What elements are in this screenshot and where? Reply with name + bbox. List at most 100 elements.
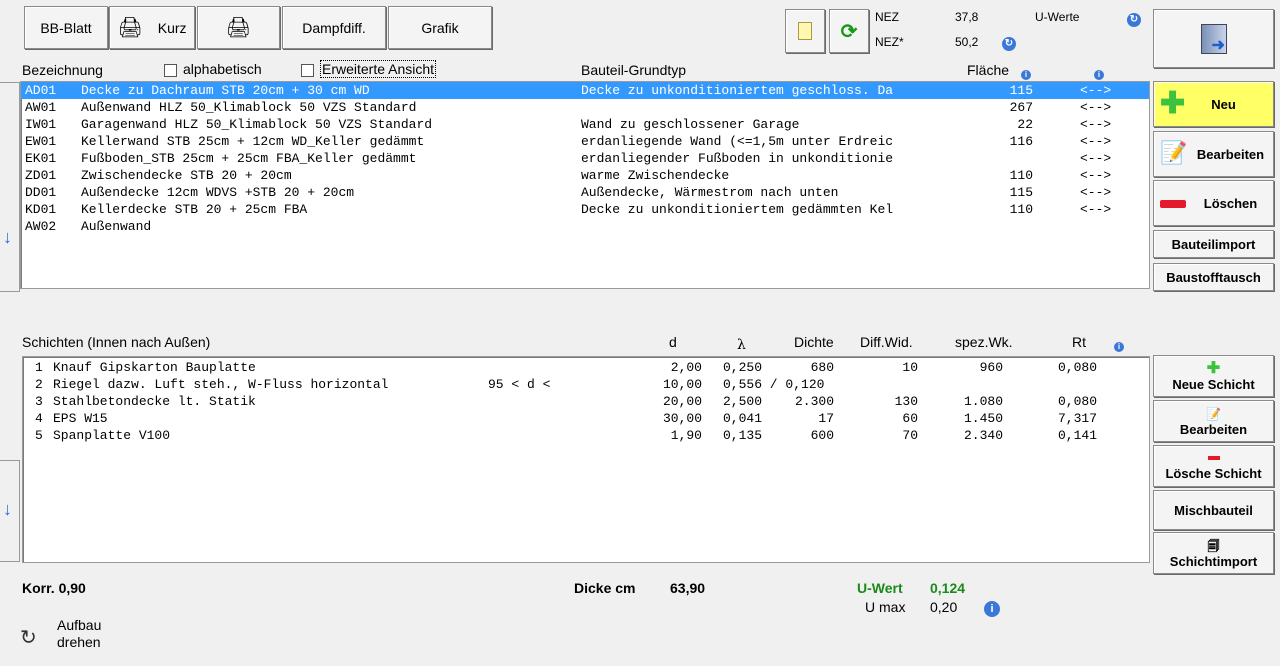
dicke-label: Dicke cm — [574, 580, 636, 596]
schicht-name: Knauf Gipskarton Bauplatte — [53, 360, 256, 375]
bauteil-code: AW01 — [25, 100, 57, 115]
dicke-value: 63,90 — [670, 580, 706, 596]
u-max-label: U max — [865, 599, 906, 615]
bauteile-scroll-tab[interactable]: ↓ — [0, 82, 20, 292]
neue-schicht-button[interactable]: ✚ Neue Schicht — [1153, 355, 1274, 397]
bauteil-code: ZD01 — [25, 168, 57, 183]
bearbeiten-button[interactable]: 📝 Bearbeiten — [1153, 131, 1274, 177]
neu-button[interactable]: ✚ Neu — [1153, 81, 1274, 127]
bauteil-typ: warme Zwischendecke — [581, 168, 730, 183]
nez-value: 37,8 — [955, 10, 979, 24]
schicht-d: 1,90 — [670, 428, 702, 443]
bauteil-flaeche: 110 — [1009, 202, 1033, 217]
bauteil-code: AW02 — [25, 219, 57, 234]
bauteil-arrow: <--> — [1080, 117, 1112, 132]
u-max-info-icon[interactable]: i — [984, 600, 1000, 617]
col-flaeche: Fläche — [967, 62, 1010, 78]
schicht-row[interactable]: 5 Spanplatte V100 1,90 600 70 2.340 0,141 0,135 — [23, 427, 1149, 444]
plus-icon: ✚ — [1160, 87, 1186, 120]
plus-icon: ✚ — [1206, 359, 1221, 377]
bauteil-arrow: <--> — [1080, 100, 1112, 115]
bauteil-code: EK01 — [25, 151, 57, 166]
refresh-icon: ⟳ — [840, 20, 858, 43]
bauteil-typ: Außendecke, Wärmestrom nach unten — [581, 185, 839, 200]
print-button[interactable]: 🖨 — [197, 6, 280, 49]
bauteil-name: Fußboden_STB 25cm + 25cm FBA_Keller gedä… — [81, 151, 417, 166]
baustofftausch-button[interactable]: Baustofftausch — [1153, 263, 1274, 291]
kurz-button[interactable]: 🖨 Kurz — [109, 6, 195, 49]
u-max-value: 0,20 — [930, 599, 958, 615]
aufbau-drehen-button[interactable]: ↻ Aufbau drehen — [20, 617, 110, 655]
schichten-title: Schichten (Innen nach Außen) — [22, 334, 211, 350]
bauteil-name: Außenwand — [81, 219, 152, 234]
col-dichte: Dichte — [794, 334, 834, 350]
bauteilimport-button[interactable]: Bauteilimport — [1153, 230, 1274, 258]
alphabetisch-checkbox[interactable]: alphabetisch — [164, 61, 262, 77]
dampfdiff-button[interactable]: Dampfdiff. — [282, 6, 386, 49]
schicht-row[interactable]: 3 Stahlbetondecke lt. Statik 20,00 2.300 130… — [23, 393, 1149, 410]
new-document-button[interactable] — [785, 9, 825, 53]
loesche-schicht-button[interactable]: Lösche Schicht — [1153, 445, 1274, 487]
arrow-info-icon[interactable]: i — [1094, 65, 1104, 80]
bauteil-arrow: <--> — [1080, 202, 1112, 217]
bauteil-arrow: <--> — [1080, 83, 1112, 98]
rt-info-icon[interactable]: i — [1114, 337, 1124, 352]
schicht-name: Riegel dazw. Luft steh., W-Fluss horizon… — [53, 377, 389, 392]
col-lambda: λ — [737, 337, 746, 353]
bauteil-row[interactable]: DD01 Außendecke 12cm WDVS +STB 20 + 20cm A… — [21, 184, 1149, 201]
bauteil-typ: Decke zu unkonditioniertem gedämmten Kel — [581, 202, 894, 217]
nez-label: NEZ — [875, 10, 899, 24]
schichten-scroll-tab[interactable]: ↓ — [0, 460, 20, 562]
bauteil-code: KD01 — [25, 202, 57, 217]
bauteil-typ: erdanliegender Fußboden in unkonditionie — [581, 151, 894, 166]
schicht-bearbeiten-button[interactable]: 📝 Bearbeiten — [1153, 400, 1274, 442]
bauteile-list[interactable]: AD01 Decke zu Dachraum STB 20cm + 30 cm W… — [20, 81, 1150, 289]
schicht-row[interactable]: 2 Riegel dazw. Luft steh., W-Fluss horizo… — [23, 376, 1149, 393]
col-d: d — [669, 334, 677, 350]
bauteil-typ: Decke zu unkonditioniertem geschloss. Da — [581, 83, 894, 98]
nez-star-info-icon[interactable]: ↻ — [1002, 34, 1016, 51]
col-diff: Diff.Wid. — [860, 334, 913, 350]
schicht-nr: 3 — [35, 394, 43, 409]
bauteil-arrow: <--> — [1080, 151, 1112, 166]
exit-door-icon: ➜ — [1200, 23, 1227, 54]
bauteil-row[interactable]: ZD01 Zwischendecke STB 20 + 20cm warme Zwi… — [21, 167, 1149, 184]
bauteil-arrow: <--> — [1080, 134, 1112, 149]
arrow-down-icon: ↓ — [3, 499, 12, 519]
schicht-diff: 60 — [902, 411, 918, 426]
grafik-button[interactable]: Grafik — [388, 6, 492, 49]
refresh-button[interactable]: ⟳ — [829, 9, 869, 53]
schicht-row[interactable]: 4 EPS W15 30,00 17 60 1.450 7,317 0,041 — [23, 410, 1149, 427]
schicht-dichte: 17 — [818, 411, 834, 426]
mischbauteil-button[interactable]: Mischbauteil — [1153, 490, 1274, 530]
u-werte-info-icon[interactable]: ↻ — [1127, 10, 1141, 27]
bauteil-row[interactable]: IW01 Garagenwand HLZ 50_Klimablock 50 VZS… — [21, 116, 1149, 133]
bauteil-flaeche: 115 — [1009, 185, 1033, 200]
bb-blatt-button[interactable]: BB-Blatt — [24, 6, 108, 49]
schicht-row[interactable]: 1 Knauf Gipskarton Bauplatte 2,00 680 10 960 0… — [23, 359, 1149, 376]
exit-button[interactable]: ➜ — [1153, 9, 1274, 68]
loeschen-button[interactable]: Löschen — [1153, 180, 1274, 226]
schicht-nr: 5 — [35, 428, 43, 443]
schicht-diff: 130 — [894, 394, 918, 409]
nez-star-label: NEZ* — [875, 35, 904, 49]
bauteil-row[interactable]: AW01 Außenwand HLZ 50_Klimablock 50 VZS S… — [21, 99, 1149, 116]
bauteil-code: DD01 — [25, 185, 57, 200]
schicht-spez: 1.450 — [963, 411, 1003, 426]
bauteil-name: Zwischendecke STB 20 + 20cm — [81, 168, 292, 183]
bauteil-row[interactable]: AW02 Außenwand — [21, 218, 1149, 235]
bauteil-row[interactable]: EK01 Fußboden_STB 25cm + 25cm FBA_Keller … — [21, 150, 1149, 167]
flaeche-info-icon[interactable]: i — [1021, 65, 1031, 80]
bauteil-typ: erdanliegende Wand (<=1,5m unter Erdreic — [581, 134, 894, 149]
bauteil-row[interactable]: EW01 Kellerwand STB 25cm + 12cm WD_Keller… — [21, 133, 1149, 150]
schicht-diff: 10 — [902, 360, 918, 375]
erweiterte-ansicht-checkbox[interactable]: Erweiterte Ansicht — [301, 60, 437, 78]
schichtimport-button[interactable]: 🗐 Schichtimport — [1153, 532, 1274, 574]
schichten-list[interactable]: 1 Knauf Gipskarton Bauplatte 2,00 680 10 960 0… — [22, 356, 1150, 563]
bauteil-name: Garagenwand HLZ 50_Klimablock 50 VZS Sta… — [81, 117, 433, 132]
bauteil-row[interactable]: AD01 Decke zu Dachraum STB 20cm + 30 cm W… — [21, 82, 1149, 99]
bauteil-name: Außendecke 12cm WDVS +STB 20 + 20cm — [81, 185, 355, 200]
schicht-d: 2,00 — [670, 360, 702, 375]
schicht-rt: 0,080 — [1057, 394, 1097, 409]
bauteil-row[interactable]: KD01 Kellerdecke STB 20 + 25cm FBA Decke z… — [21, 201, 1149, 218]
